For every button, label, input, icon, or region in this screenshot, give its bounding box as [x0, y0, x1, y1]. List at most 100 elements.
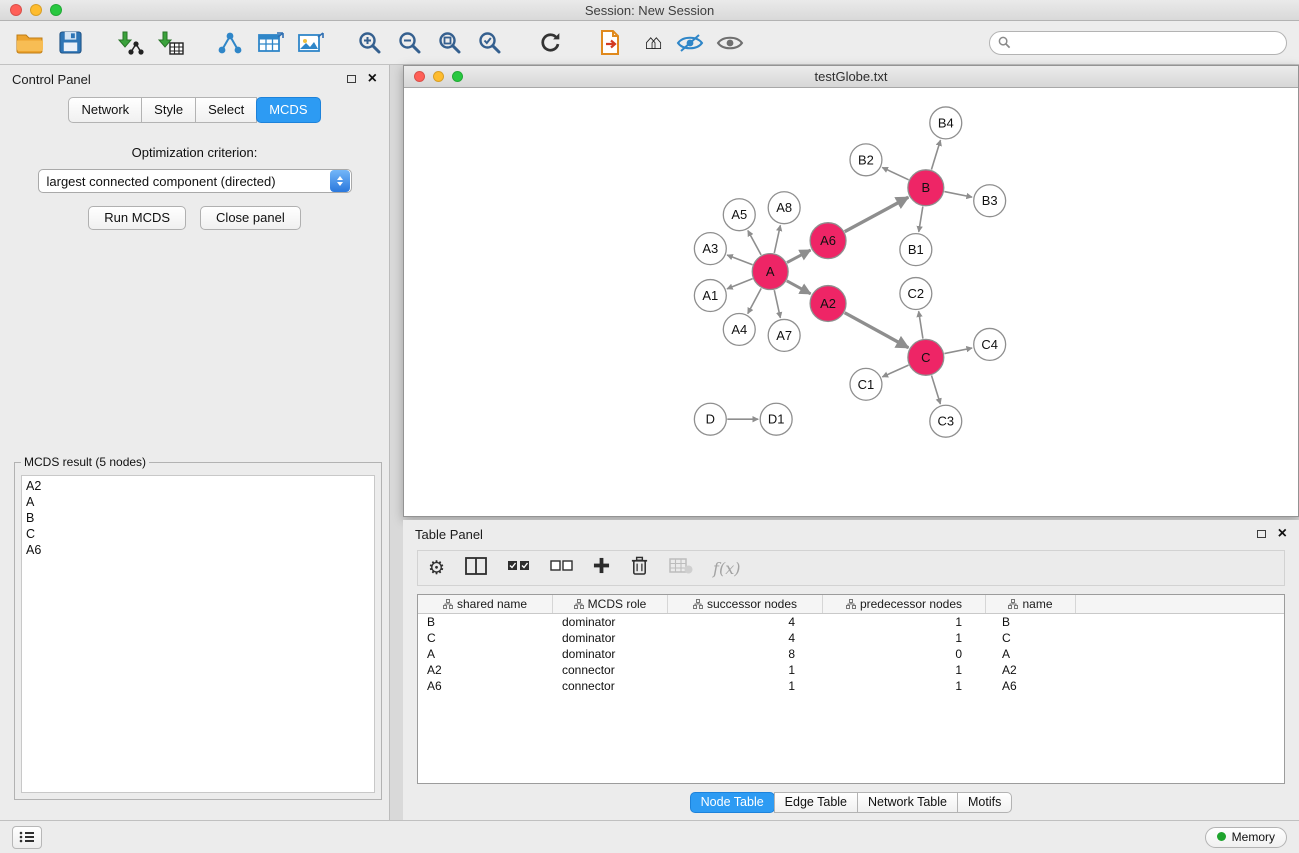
table-cell[interactable]: A2 [418, 663, 553, 677]
table-cell[interactable]: A6 [986, 679, 1076, 693]
table-cell[interactable]: B [986, 615, 1076, 629]
table-cell[interactable]: A [418, 647, 553, 661]
table-cell[interactable]: 1 [823, 615, 986, 629]
table-cell[interactable]: 1 [668, 679, 823, 693]
node-A6[interactable]: A6 [810, 223, 846, 259]
node-D[interactable]: D [694, 403, 726, 435]
export-image-button[interactable] [292, 26, 328, 60]
edge-B-B4[interactable] [931, 140, 940, 170]
zoom-fit-button[interactable] [432, 26, 468, 60]
edge-A-A6[interactable] [787, 250, 811, 263]
tab-network[interactable]: Network [68, 97, 142, 123]
hide-graphics-details-button[interactable] [672, 26, 708, 60]
tab-motifs[interactable]: Motifs [957, 792, 1012, 813]
close-panel-button[interactable]: Close panel [200, 206, 301, 230]
network-canvas[interactable]: B4B2BB3A5A8A6B1A3AC2A1A2A4A7C4CC1C3DD1 [404, 89, 1298, 516]
export-network-button[interactable] [212, 26, 248, 60]
node-C1[interactable]: C1 [850, 368, 882, 400]
close-window-icon[interactable] [10, 4, 22, 16]
add-column-button[interactable] [593, 557, 610, 579]
table-row[interactable]: A2connector11A2 [418, 662, 1284, 678]
tab-edge-table[interactable]: Edge Table [774, 792, 858, 813]
tab-mcds[interactable]: MCDS [256, 97, 320, 123]
edge-A2-C[interactable] [845, 313, 909, 348]
deselect-all-button[interactable] [550, 559, 573, 577]
edge-A-A1[interactable] [727, 279, 753, 289]
node-A8[interactable]: A8 [768, 192, 800, 224]
list-item[interactable]: B [26, 510, 370, 526]
table-cell[interactable]: B [418, 615, 553, 629]
node-A7[interactable]: A7 [768, 319, 800, 351]
delete-column-button[interactable] [630, 555, 649, 581]
edge-C-C2[interactable] [919, 311, 923, 338]
column-header-successor-nodes[interactable]: successor nodes [668, 595, 823, 613]
node-C4[interactable]: C4 [974, 328, 1006, 360]
zoom-selected-button[interactable] [472, 26, 508, 60]
node-B[interactable]: B [908, 170, 944, 206]
zoom-window-icon[interactable] [50, 4, 62, 16]
apply-layout-button[interactable] [532, 26, 568, 60]
run-mcds-button[interactable]: Run MCDS [88, 206, 186, 230]
node-B4[interactable]: B4 [930, 107, 962, 139]
table-cell[interactable]: 1 [823, 679, 986, 693]
table-cell[interactable]: 4 [668, 631, 823, 645]
node-A4[interactable]: A4 [723, 313, 755, 345]
tab-node-table[interactable]: Node Table [690, 792, 775, 813]
edge-A-A7[interactable] [774, 290, 780, 318]
import-network-button[interactable] [112, 26, 148, 60]
list-item[interactable]: A6 [26, 542, 370, 558]
column-header-predecessor-nodes[interactable]: predecessor nodes [823, 595, 986, 613]
node-C2[interactable]: C2 [900, 278, 932, 310]
minimize-window-icon[interactable] [30, 4, 42, 16]
node-A5[interactable]: A5 [723, 199, 755, 231]
delete-table-button[interactable] [669, 558, 693, 579]
table-cell[interactable]: connector [553, 663, 668, 677]
table-cell[interactable]: A [986, 647, 1076, 661]
list-item[interactable]: C [26, 526, 370, 542]
table-cell[interactable]: 1 [823, 663, 986, 677]
show-view-button[interactable] [712, 26, 748, 60]
close-view-icon[interactable] [414, 71, 425, 82]
mcds-result-list[interactable]: A2ABCA6 [21, 475, 375, 793]
column-header-name[interactable]: name [986, 595, 1076, 613]
edge-A-A5[interactable] [748, 230, 761, 254]
edge-B-B2[interactable] [882, 167, 908, 179]
open-session-button[interactable] [12, 26, 48, 60]
node-A3[interactable]: A3 [694, 233, 726, 265]
import-table-button[interactable] [152, 26, 188, 60]
float-panel-icon[interactable] [347, 75, 356, 83]
memory-button[interactable]: Memory [1205, 827, 1287, 848]
minimize-view-icon[interactable] [433, 71, 444, 82]
node-B3[interactable]: B3 [974, 185, 1006, 217]
edge-A-A3[interactable] [727, 255, 752, 265]
document-export-button[interactable] [592, 26, 628, 60]
table-cell[interactable]: dominator [553, 631, 668, 645]
edge-A-A2[interactable] [787, 281, 811, 294]
node-A2[interactable]: A2 [810, 286, 846, 322]
table-cell[interactable]: dominator [553, 647, 668, 661]
list-item[interactable]: A2 [26, 478, 370, 494]
table-cell[interactable]: connector [553, 679, 668, 693]
table-cell[interactable]: 8 [668, 647, 823, 661]
edge-B-B3[interactable] [944, 192, 972, 198]
table-row[interactable]: Cdominator41C [418, 630, 1284, 646]
table-cell[interactable]: A2 [986, 663, 1076, 677]
node-B2[interactable]: B2 [850, 144, 882, 176]
table-row[interactable]: A6connector11A6 [418, 678, 1284, 694]
close-panel-icon[interactable]: × [368, 71, 377, 87]
table-settings-button[interactable]: ⚙ [428, 559, 445, 578]
show-columns-button[interactable] [465, 557, 487, 580]
zoom-in-button[interactable] [352, 26, 388, 60]
table-cell[interactable]: 1 [823, 631, 986, 645]
table-row[interactable]: Bdominator41B [418, 614, 1284, 630]
list-item[interactable]: A [26, 494, 370, 510]
table-cell[interactable]: dominator [553, 615, 668, 629]
export-table-button[interactable] [252, 26, 288, 60]
close-table-panel-icon[interactable]: × [1278, 526, 1287, 542]
network-window-titlebar[interactable]: testGlobe.txt [404, 66, 1298, 88]
edge-A-A8[interactable] [774, 225, 780, 253]
column-header-shared-name[interactable]: shared name [418, 595, 553, 613]
table-cell[interactable]: 0 [823, 647, 986, 661]
network-graph[interactable]: B4B2BB3A5A8A6B1A3AC2A1A2A4A7C4CC1C3DD1 [404, 89, 1298, 516]
edge-A-A4[interactable] [748, 288, 761, 313]
